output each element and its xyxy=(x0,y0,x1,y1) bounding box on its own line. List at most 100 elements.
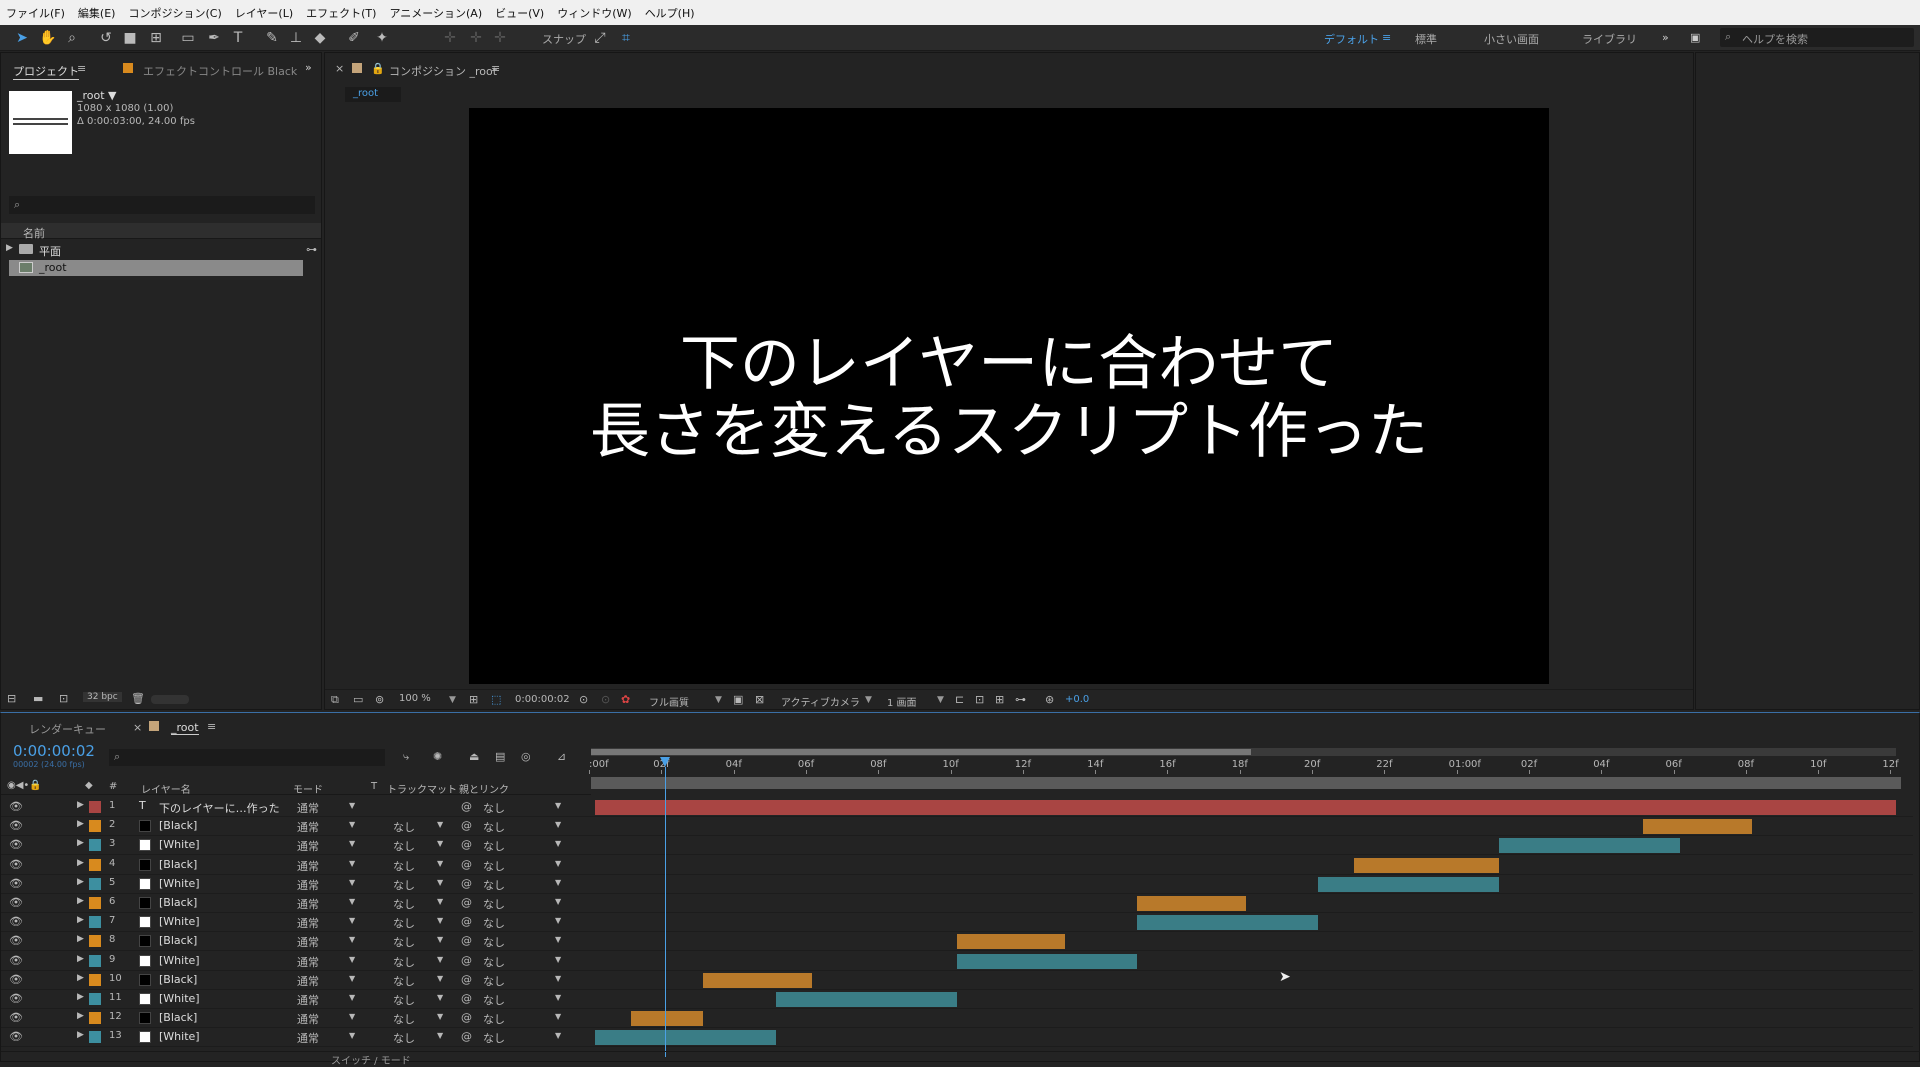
type-tool-icon[interactable]: T xyxy=(228,28,248,48)
blend-mode-dropdown[interactable]: 通常 xyxy=(297,1030,319,1046)
pickwhip-icon[interactable]: @ xyxy=(461,973,472,986)
bit-depth-button[interactable]: 32 bpc xyxy=(83,692,122,702)
layer-label-color[interactable] xyxy=(89,877,101,890)
item-name[interactable]: _root ▼ xyxy=(77,89,117,102)
expand-arrow-icon[interactable]: ▶ xyxy=(77,934,84,944)
layer-label-color[interactable] xyxy=(89,973,101,986)
layer-name[interactable]: [White] xyxy=(159,915,200,928)
brush-tool-icon[interactable]: ✎ xyxy=(262,28,282,48)
menu-item-2[interactable]: コンポジション(C) xyxy=(128,5,221,21)
menu-item-3[interactable]: レイヤー(L) xyxy=(235,5,293,21)
menu-item-0[interactable]: ファイル(F) xyxy=(6,5,65,21)
flowchart-icon[interactable]: ⊶ xyxy=(306,243,317,256)
eye-icon[interactable]: 👁 xyxy=(9,1011,23,1024)
expand-arrow-icon[interactable]: ▶ xyxy=(77,915,84,925)
clone-stamp-tool-icon[interactable]: ⊥ xyxy=(286,28,306,48)
layer-row[interactable]: 👁 ▶ 6 [Black] 通常 ▼ なし ▼ @ なし ▼ xyxy=(1,894,1913,913)
eye-icon[interactable]: 👁 xyxy=(9,954,23,967)
tab-render-queue[interactable]: レンダーキュー xyxy=(29,721,106,737)
track-matte-dropdown[interactable]: なし xyxy=(393,877,415,893)
layer-row[interactable]: 👁 ▶ 7 [White] 通常 ▼ なし ▼ @ なし ▼ xyxy=(1,913,1913,933)
eye-icon[interactable]: 👁 xyxy=(9,858,23,871)
close-tab-icon[interactable]: × xyxy=(335,62,344,75)
layer-label-color[interactable] xyxy=(89,916,101,929)
hand-tool-icon[interactable]: ✋ xyxy=(38,28,58,48)
timeline-menu-icon[interactable]: ≡ xyxy=(207,720,216,733)
blend-mode-dropdown[interactable]: 通常 xyxy=(297,858,319,874)
tab-root-comp[interactable]: _root xyxy=(171,721,199,735)
layer-duration-bar[interactable] xyxy=(956,953,1138,969)
track-matte-dropdown[interactable]: なし xyxy=(393,973,415,989)
track-matte-dropdown[interactable]: なし xyxy=(393,1011,415,1027)
vr-icon[interactable]: ⊚ xyxy=(375,693,384,706)
panel-overflow-icon[interactable]: » xyxy=(305,61,312,74)
pickwhip-icon[interactable]: @ xyxy=(461,819,472,832)
layer-label-color[interactable] xyxy=(89,801,101,813)
comp-menu-icon[interactable]: ≡ xyxy=(491,62,500,75)
comp-viewer[interactable]: 下のレイヤーに合わせて 長さを変えるスクリプト作った xyxy=(469,108,1549,684)
layer-name[interactable]: [Black] xyxy=(159,1011,197,1024)
parent-dropdown[interactable]: なし xyxy=(483,973,505,989)
layer-label-color[interactable] xyxy=(89,839,101,852)
blend-mode-dropdown[interactable]: 通常 xyxy=(297,877,319,893)
snap-features-icon[interactable]: ⌗ xyxy=(616,28,636,48)
comp-breadcrumb[interactable]: _root xyxy=(345,87,401,102)
menu-item-5[interactable]: アニメーション(A) xyxy=(389,5,482,21)
layer-label-color[interactable] xyxy=(89,993,101,1005)
pickwhip-icon[interactable]: @ xyxy=(461,934,472,947)
layer-row[interactable]: 👁 ▶ 4 [Black] 通常 ▼ なし ▼ @ なし ▼ xyxy=(1,856,1913,875)
menu-item-8[interactable]: ヘルプ(H) xyxy=(645,5,695,21)
graph-editor-icon[interactable]: ⊿ xyxy=(557,750,566,763)
layer-label-color[interactable] xyxy=(89,897,101,909)
show-snapshot-icon[interactable]: ⊙ xyxy=(601,693,610,706)
layer-label-color[interactable] xyxy=(89,1031,101,1044)
new-folder-icon[interactable]: ▬ xyxy=(33,692,43,705)
pickwhip-icon[interactable]: @ xyxy=(461,858,472,871)
roi-icon[interactable]: ▣ xyxy=(733,693,743,706)
blend-mode-dropdown[interactable]: 通常 xyxy=(297,896,319,912)
eye-icon[interactable]: 👁 xyxy=(9,838,23,851)
expand-arrow-icon[interactable]: ▶ xyxy=(77,858,84,868)
layer-row[interactable]: 👁 ▶ 10 [Black] 通常 ▼ なし ▼ @ なし ▼ xyxy=(1,971,1913,990)
pickwhip-icon[interactable]: @ xyxy=(461,838,472,851)
eye-icon[interactable]: 👁 xyxy=(9,934,23,947)
layer-name[interactable]: [Black] xyxy=(159,973,197,986)
timeline-icon[interactable]: ⊞ xyxy=(995,693,1004,706)
blend-mode-dropdown[interactable]: 通常 xyxy=(297,915,319,931)
motion-blur-icon[interactable]: ◎ xyxy=(521,750,531,763)
expand-arrow-icon[interactable]: ▶ xyxy=(77,838,84,848)
monitor-icon[interactable]: ▭ xyxy=(353,693,363,706)
layer-name[interactable]: [White] xyxy=(159,1030,200,1043)
parent-dropdown[interactable]: なし xyxy=(483,819,505,835)
track-matte-dropdown[interactable]: なし xyxy=(393,838,415,854)
parent-dropdown[interactable]: なし xyxy=(483,1030,505,1046)
pickwhip-icon[interactable]: @ xyxy=(461,896,472,909)
layer-label-color[interactable] xyxy=(89,858,101,871)
pickwhip-icon[interactable]: @ xyxy=(461,877,472,890)
col-number[interactable]: # xyxy=(109,781,117,792)
parent-dropdown[interactable]: なし xyxy=(483,934,505,950)
eye-icon[interactable]: 👁 xyxy=(9,992,23,1005)
parent-dropdown[interactable]: なし xyxy=(483,915,505,931)
track-matte-dropdown[interactable]: なし xyxy=(393,896,415,912)
reset-exposure-icon[interactable]: ⊛ xyxy=(1045,693,1054,706)
always-preview-icon[interactable]: ⧉ xyxy=(331,693,339,707)
layer-row[interactable]: 👁 ▶ 13 [White] 通常 ▼ なし ▼ @ なし ▼ xyxy=(1,1028,1913,1048)
expand-arrow-icon[interactable]: ▶ xyxy=(77,1030,84,1040)
layer-label-color[interactable] xyxy=(89,935,101,948)
eye-icon[interactable]: 👁 xyxy=(9,973,23,986)
tab-effect-controls[interactable]: エフェクトコントロール Black xyxy=(143,63,297,79)
workspace-menu-icon[interactable]: ≡ xyxy=(1382,31,1391,44)
layer-label-color[interactable] xyxy=(89,1012,101,1025)
layer-duration-bar[interactable] xyxy=(1318,876,1499,892)
layer-name[interactable]: [White] xyxy=(159,838,200,851)
parent-dropdown[interactable]: なし xyxy=(483,877,505,893)
sync-settings-icon[interactable]: ▣ xyxy=(1690,31,1700,44)
expand-arrow-icon[interactable]: ▶ xyxy=(77,992,84,1002)
eye-icon[interactable]: 👁 xyxy=(9,819,23,832)
frame-blending-icon[interactable]: ▤ xyxy=(495,750,505,763)
layer-duration-bar[interactable] xyxy=(1137,915,1318,931)
pickwhip-icon[interactable]: @ xyxy=(461,800,472,813)
menu-item-1[interactable]: 編集(E) xyxy=(78,5,116,21)
expand-arrow-icon[interactable]: ▶ xyxy=(6,243,13,253)
